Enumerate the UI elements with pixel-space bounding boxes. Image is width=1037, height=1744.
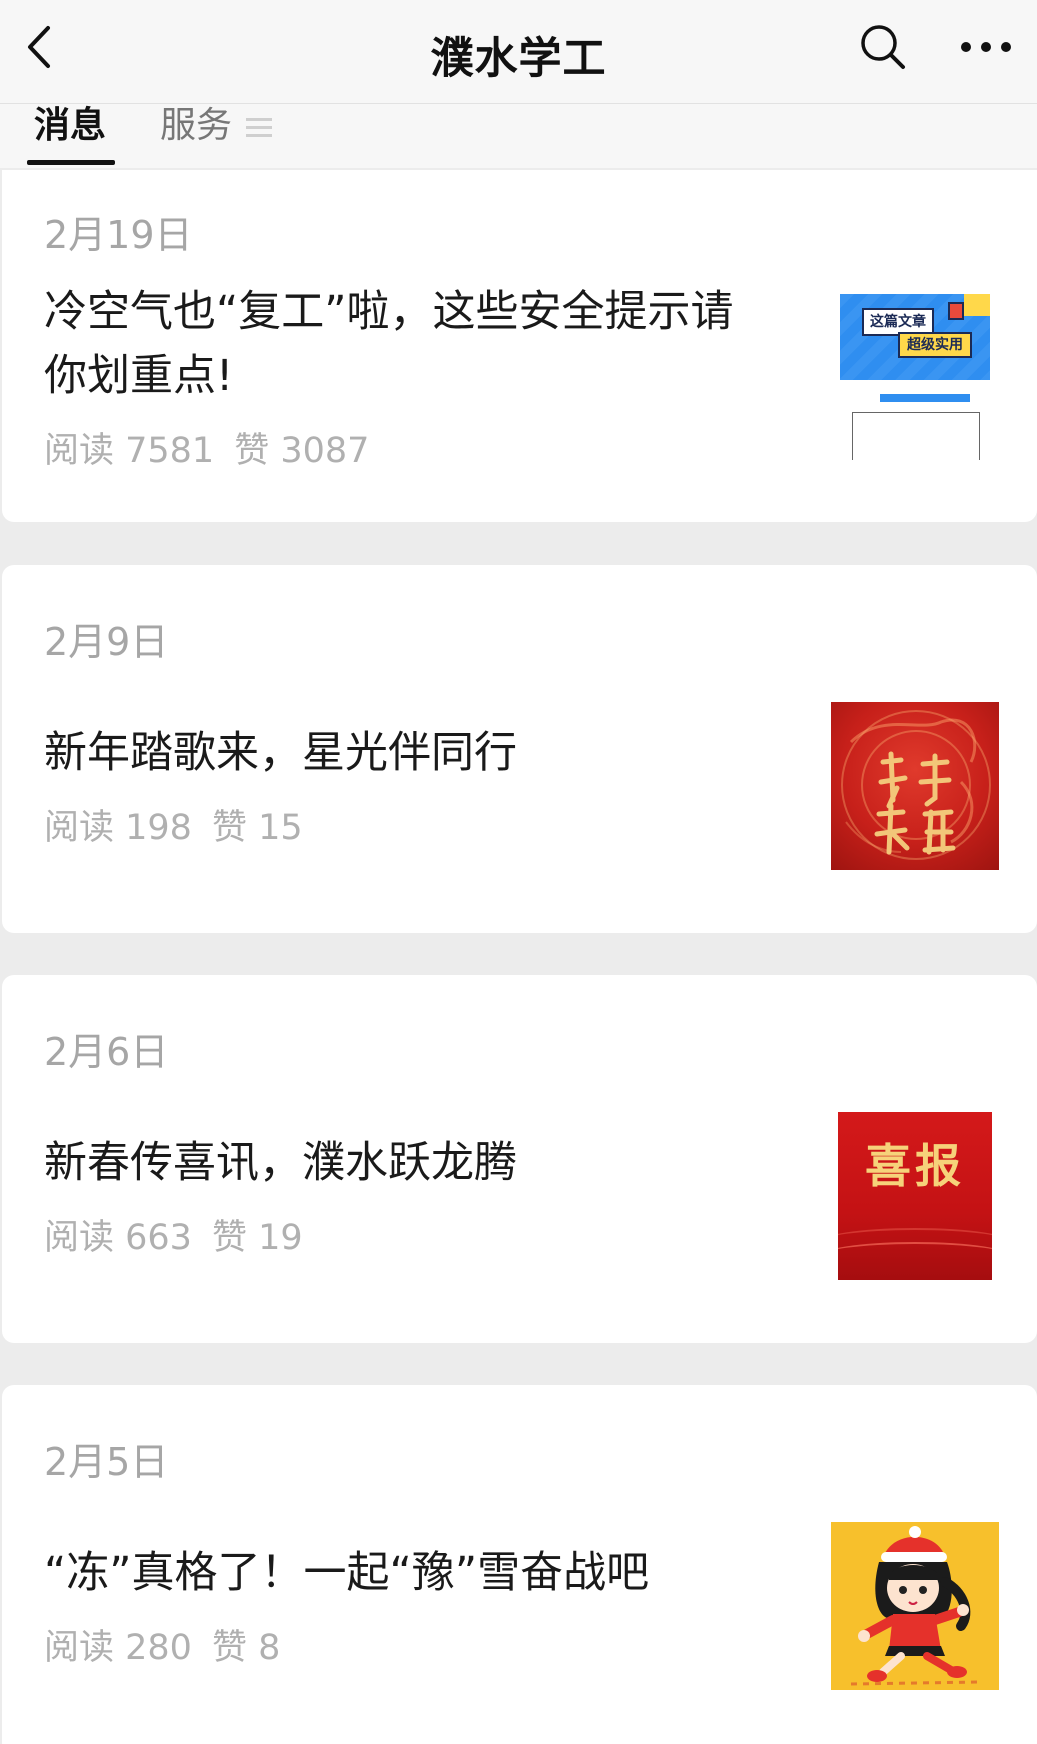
read-count: 阅读 663 (44, 1218, 192, 1258)
nav-bar: 濮水学工 (0, 0, 1037, 104)
article-thumbnail[interactable]: 喜报 (838, 1112, 992, 1280)
thumbnail-decoration (948, 302, 964, 320)
article-title: 冷空气也“复工”啦，这些安全提示请 你划重点! (44, 280, 804, 408)
like-count: 赞 15 (211, 808, 303, 848)
thumbnail-label: 喜报 (865, 1139, 965, 1193)
article-date: 2月19日 (44, 213, 193, 257)
article-card[interactable]: 2月6日 新春传喜讯，濮水跃龙腾 阅读 663 赞 19 喜报 (2, 975, 1037, 1343)
article-title-line: 冷空气也“复工”啦，这些安全提示请 (44, 287, 734, 337)
article-date: 2月6日 (44, 1030, 169, 1074)
article-stats: 阅读 198 赞 15 (44, 799, 323, 850)
article-date: 2月9日 (44, 620, 169, 664)
calligraphy-icon (874, 751, 956, 855)
hamburger-icon[interactable] (246, 116, 272, 140)
article-card[interactable]: 2月19日 冷空气也“复工”啦，这些安全提示请 你划重点! 阅读 7581 赞 3… (2, 170, 1037, 522)
tab-active-indicator (27, 160, 115, 165)
thumbnail-decoration (880, 394, 970, 402)
article-date: 2月5日 (44, 1440, 169, 1484)
article-stats: 阅读 280 赞 8 (44, 1619, 300, 1670)
more-dots-icon[interactable] (958, 22, 1014, 72)
read-count: 阅读 280 (44, 1628, 192, 1668)
running-girl-icon (850, 1526, 982, 1686)
like-count: 赞 19 (211, 1218, 303, 1258)
article-thumbnail[interactable] (831, 1522, 999, 1690)
article-card[interactable]: 2月9日 新年踏歌来，星光伴同行 阅读 198 赞 15 (2, 565, 1037, 933)
tab-services[interactable]: 服务 (160, 104, 232, 168)
article-title: “冻”真格了！一起“豫”雪奋战吧 (44, 1548, 650, 1598)
article-title: 新年踏歌来，星光伴同行 (44, 728, 517, 778)
article-title: 新春传喜讯，濮水跃龙腾 (44, 1138, 517, 1188)
like-count: 赞 3087 (234, 431, 370, 471)
article-title-line: 你划重点! (44, 351, 234, 401)
read-count: 阅读 7581 (44, 431, 215, 471)
article-stats: 阅读 663 赞 19 (44, 1209, 323, 1260)
thumbnail-text-block (852, 412, 980, 460)
thumbnail-label: 超级实用 (898, 332, 972, 358)
tab-bar: 消息 服务 (0, 104, 1037, 168)
article-thumbnail[interactable] (831, 702, 999, 870)
tab-messages[interactable]: 消息 (34, 104, 106, 168)
article-card[interactable]: 2月5日 “冻”真格了！一起“豫”雪奋战吧 阅读 280 赞 8 (2, 1385, 1037, 1744)
like-count: 赞 8 (211, 1628, 281, 1668)
article-thumbnail[interactable]: 这篇文章 超级实用 (840, 294, 990, 460)
thumbnail-decoration (964, 294, 990, 316)
read-count: 阅读 198 (44, 808, 192, 848)
article-stats: 阅读 7581 赞 3087 (44, 422, 389, 473)
search-icon[interactable] (858, 22, 908, 72)
thumbnail-decoration (838, 1228, 992, 1258)
